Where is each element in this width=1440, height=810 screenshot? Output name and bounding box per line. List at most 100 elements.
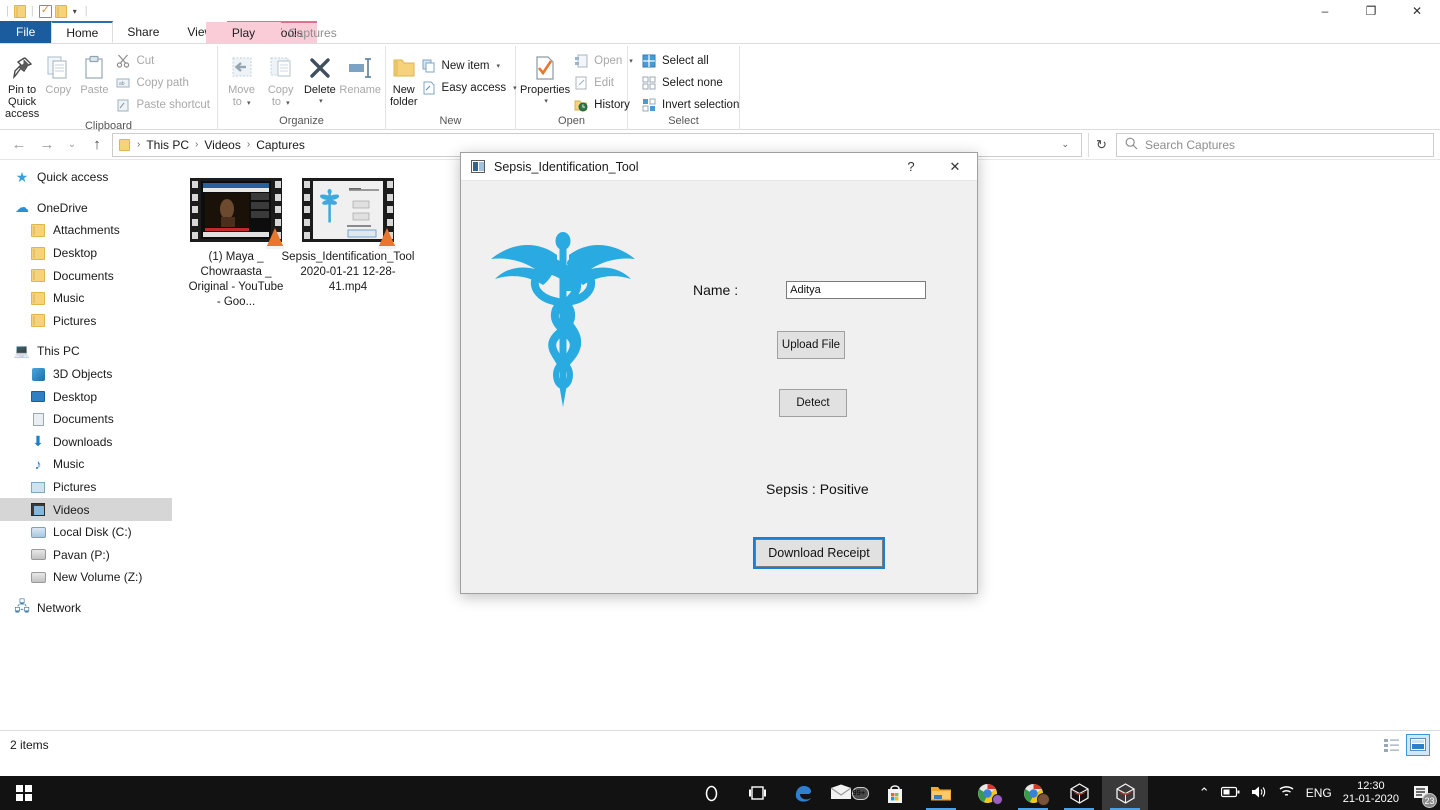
battery-icon[interactable] <box>1220 786 1240 801</box>
new-item-chevron-down-icon[interactable]: ▾ <box>496 62 500 70</box>
select-none-label: Select none <box>662 77 723 89</box>
pin-to-quick-access-button[interactable]: Pin to Quick access <box>4 50 40 120</box>
file-thumbnail <box>188 174 284 249</box>
name-input[interactable] <box>786 281 927 299</box>
tab-share[interactable]: Share <box>113 21 173 43</box>
qat-properties-icon[interactable] <box>38 3 52 18</box>
sidebar-item-pictures[interactable]: Pictures <box>0 476 172 499</box>
chrome-profile-icon[interactable] <box>1010 776 1056 810</box>
cortana-icon[interactable] <box>688 776 734 810</box>
search-box[interactable]: Search Captures <box>1116 132 1434 157</box>
maximize-button[interactable]: ❐ <box>1348 0 1394 22</box>
copy-button[interactable]: Copy <box>40 50 76 96</box>
action-center-icon[interactable]: 23 <box>1410 781 1437 808</box>
breadcrumb-dropdown-chevron-down-icon[interactable]: ⌄ <box>1055 139 1075 150</box>
download-receipt-button[interactable]: Download Receipt <box>753 537 885 569</box>
large-icons-view-icon[interactable] <box>1406 733 1430 756</box>
dialog-help-button[interactable]: ? <box>889 153 933 181</box>
copy-to-button[interactable]: Copy to ▾ <box>261 50 300 110</box>
easy-access-button[interactable]: Easy access ▾ <box>418 78 520 98</box>
clock[interactable]: 12:30 21-01-2020 <box>1343 780 1399 806</box>
window-title: Captures <box>288 26 337 40</box>
back-button[interactable]: ← <box>6 133 32 157</box>
sidebar-item-onedrive-pictures[interactable]: Pictures <box>0 310 172 333</box>
sidebar-item-quick-access[interactable]: ★ Quick access <box>0 166 172 189</box>
new-item-button[interactable]: New item ▾ <box>418 56 520 76</box>
copy-path-button[interactable]: ab Copy path <box>112 73 213 93</box>
sidebar-item-pavan-p[interactable]: Pavan (P:) <box>0 544 172 567</box>
history-button[interactable]: History <box>570 95 636 115</box>
rename-button[interactable]: Rename <box>339 50 381 96</box>
breadcrumb-captures[interactable]: Captures <box>253 138 308 152</box>
edge-icon[interactable] <box>780 776 826 810</box>
new-folder-button[interactable]: New folder <box>390 50 418 108</box>
sidebar-item-videos[interactable]: Videos <box>0 498 172 521</box>
sidebar-item-documents[interactable]: Documents <box>0 408 172 431</box>
chrome-icon[interactable] <box>964 776 1010 810</box>
select-none-button[interactable]: Select none <box>638 73 742 93</box>
language-indicator[interactable]: ENG <box>1306 786 1332 800</box>
wifi-icon[interactable] <box>1278 785 1295 801</box>
spyder-active-icon[interactable] <box>1102 776 1148 810</box>
file-explorer-icon[interactable] <box>918 776 964 810</box>
sidebar-item-onedrive-music[interactable]: Music <box>0 287 172 310</box>
upload-file-button[interactable]: Upload File <box>777 331 845 359</box>
minimize-button[interactable]: – <box>1302 0 1348 22</box>
sidebar-item-onedrive-desktop[interactable]: Desktop <box>0 242 172 265</box>
volume-icon[interactable] <box>1251 785 1267 802</box>
select-all-button[interactable]: Select all <box>638 51 742 71</box>
spyder-icon[interactable] <box>1056 776 1102 810</box>
tab-file[interactable]: File <box>0 21 52 43</box>
task-view-icon[interactable] <box>734 776 780 810</box>
microsoft-store-icon[interactable] <box>872 776 918 810</box>
dialog-title-bar[interactable]: Sepsis_Identification_Tool ? ✕ <box>461 153 977 181</box>
recent-locations-chevron-down-icon[interactable]: ⌄ <box>62 133 82 157</box>
paste-shortcut-button[interactable]: Paste shortcut <box>112 95 213 115</box>
up-button[interactable]: ↑ <box>84 133 110 157</box>
edit-button[interactable]: Edit <box>570 73 636 93</box>
delete-chevron-down-icon[interactable]: ▾ <box>319 96 323 108</box>
breadcrumb-videos[interactable]: Videos <box>201 138 243 152</box>
list-item[interactable]: Sepsis_Identification_Tool 2020-01-21 12… <box>282 174 415 295</box>
name-label: Name : <box>693 282 739 298</box>
rename-icon <box>346 52 374 84</box>
delete-button[interactable]: Delete ▾ <box>300 50 339 108</box>
paste-button[interactable]: Paste <box>76 50 112 96</box>
sidebar-item-onedrive[interactable]: ☁ OneDrive <box>0 197 172 220</box>
start-button[interactable] <box>0 776 48 810</box>
breadcrumb-this-pc[interactable]: This PC <box>143 138 192 152</box>
sidebar-item-onedrive-documents[interactable]: Documents <box>0 264 172 287</box>
refresh-button[interactable]: ↻ <box>1088 132 1114 157</box>
qat-new-folder-icon[interactable] <box>54 4 67 18</box>
close-button[interactable]: ✕ <box>1394 0 1440 22</box>
list-item[interactable]: (1) Maya _ Chowraasta _ Original - YouTu… <box>186 174 286 310</box>
downloads-icon: ⬇ <box>32 433 44 450</box>
sidebar-item-this-pc[interactable]: 💻 This PC <box>0 340 172 363</box>
ribbon-group-select: Select all Select none Invert selection … <box>628 46 740 130</box>
sidebar-item-network[interactable]: 🖧 Network <box>0 597 172 620</box>
sidebar-item-music[interactable]: ♪ Music <box>0 453 172 476</box>
folder-icon <box>30 313 46 329</box>
qat-folder-icon[interactable] <box>13 4 26 18</box>
cut-button[interactable]: Cut <box>112 51 213 71</box>
forward-button[interactable]: → <box>34 133 60 157</box>
sidebar-item-attachments[interactable]: Attachments <box>0 219 172 242</box>
properties-button[interactable]: Properties ▾ <box>520 50 570 108</box>
tab-home[interactable]: Home <box>51 21 114 43</box>
detect-button[interactable]: Detect <box>779 389 847 417</box>
invert-selection-button[interactable]: Invert selection <box>638 95 742 115</box>
show-hidden-icons-chevron-up-icon[interactable]: ⌃ <box>1199 785 1210 801</box>
windows-logo-icon <box>16 785 32 801</box>
details-view-icon[interactable] <box>1380 734 1404 756</box>
sidebar-item-3d-objects[interactable]: 3D Objects <box>0 363 172 386</box>
qat-customize-chevron-down-icon[interactable]: ▾ <box>70 7 80 16</box>
sidebar-item-desktop[interactable]: Desktop <box>0 385 172 408</box>
open-button[interactable]: Open ▾ <box>570 51 636 71</box>
sidebar-item-local-disk-c[interactable]: Local Disk (C:) <box>0 521 172 544</box>
dialog-close-button[interactable]: ✕ <box>933 153 977 181</box>
sidebar-item-new-volume-z[interactable]: New Volume (Z:) <box>0 566 172 589</box>
sidebar-item-downloads[interactable]: ⬇ Downloads <box>0 431 172 454</box>
properties-chevron-down-icon[interactable]: ▾ <box>544 96 548 108</box>
mail-icon[interactable]: 99+ <box>826 776 872 810</box>
move-to-button[interactable]: Move to ▾ <box>222 50 261 110</box>
